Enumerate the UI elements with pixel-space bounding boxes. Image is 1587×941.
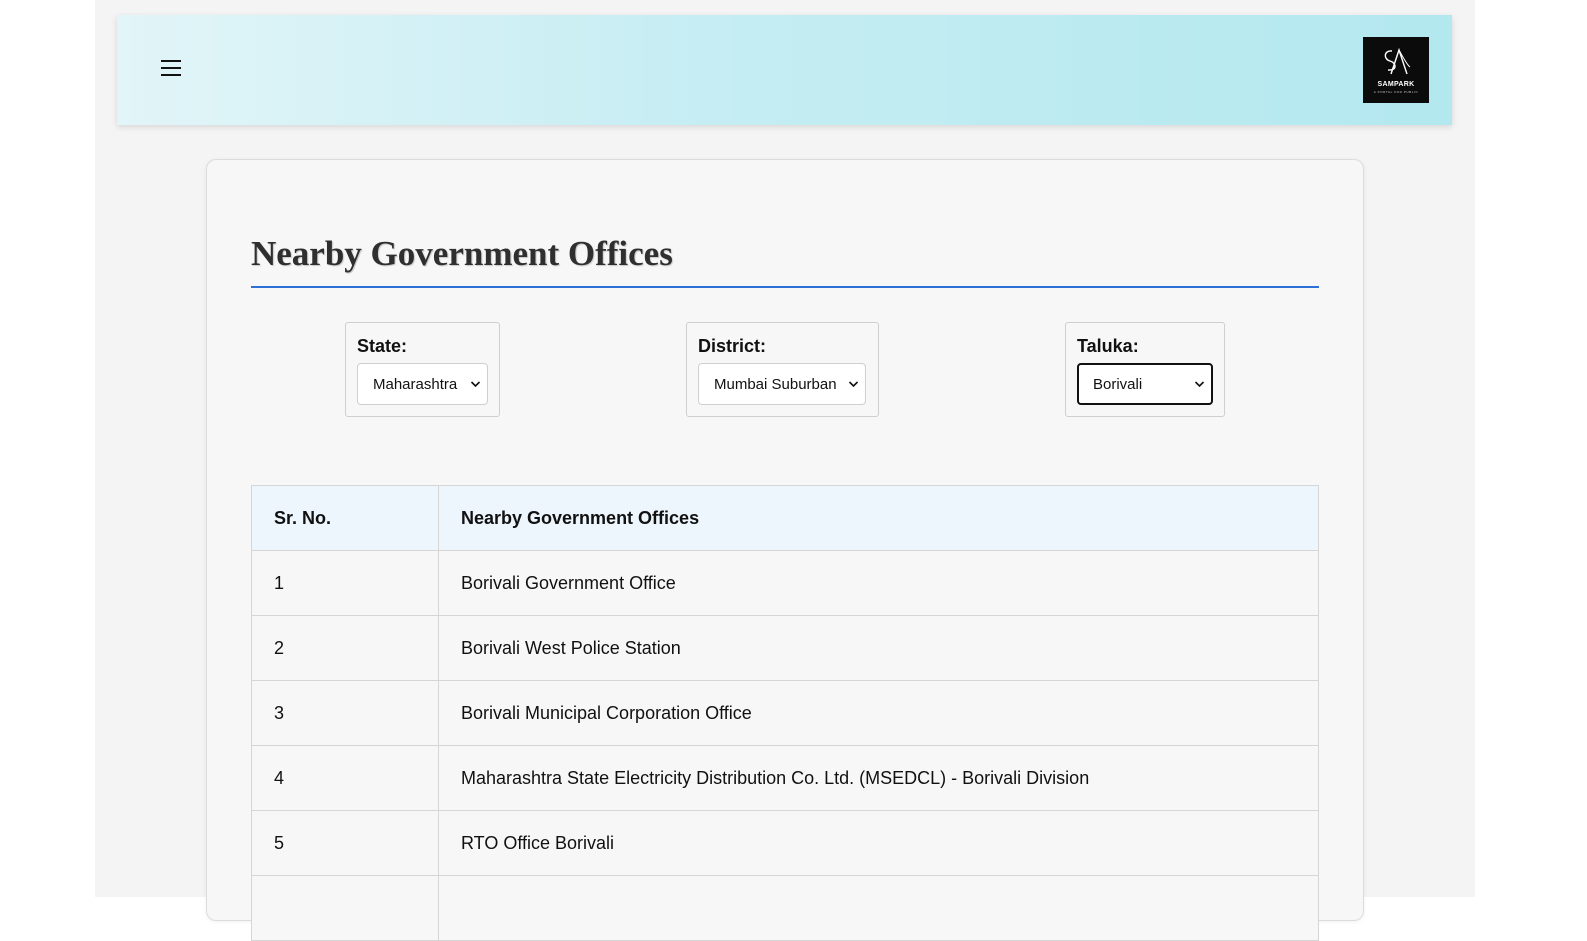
table-row: 1 Borivali Government Office [251, 550, 1319, 616]
sr-no-cell [251, 875, 439, 941]
sr-no-cell: 1 [251, 550, 439, 616]
office-name-cell: RTO Office Borivali [438, 810, 1319, 876]
table-row: 5 RTO Office Borivali [251, 810, 1319, 876]
state-select[interactable]: Maharashtra [357, 363, 488, 405]
district-select[interactable]: Mumbai Suburban [698, 363, 866, 405]
top-header: SAMPARK A PORTAL FOR PUBLIC [117, 15, 1452, 125]
district-select-value: Mumbai Suburban [714, 375, 837, 393]
state-select-value: Maharashtra [373, 375, 458, 393]
office-name-cell: Borivali Government Office [438, 550, 1319, 616]
chevron-down-icon [848, 381, 859, 388]
page-title: Nearby Government Offices [251, 234, 673, 273]
taluka-label: Taluka: [1077, 336, 1139, 356]
sr-no-cell: 3 [251, 680, 439, 746]
state-filter: State: Maharashtra [345, 322, 500, 417]
logo-name: SAMPARK [1377, 81, 1415, 88]
table-row: 4 Maharashtra State Electricity Distribu… [251, 745, 1319, 811]
office-name-cell [438, 875, 1319, 941]
office-name-cell: Borivali West Police Station [438, 615, 1319, 681]
taluka-select[interactable]: Borivali [1077, 363, 1213, 405]
hamburger-menu-icon[interactable] [161, 53, 187, 83]
taluka-filter: Taluka: Borivali [1065, 322, 1225, 417]
district-label: District: [698, 336, 767, 356]
table-row: 3 Borivali Municipal Corporation Office [251, 680, 1319, 746]
table-row: 2 Borivali West Police Station [251, 615, 1319, 681]
office-name-cell: Maharashtra State Electricity Distributi… [438, 745, 1319, 811]
sr-no-cell: 5 [251, 810, 439, 876]
district-filter: District: Mumbai Suburban [686, 322, 879, 417]
sr-no-cell: 4 [251, 745, 439, 811]
chevron-down-icon [1194, 381, 1205, 388]
offices-table: Sr. No. Nearby Government Offices 1 Bori… [251, 485, 1319, 941]
taluka-select-value: Borivali [1093, 375, 1143, 393]
office-name-cell: Borivali Municipal Corporation Office [438, 680, 1319, 746]
sampark-logo[interactable]: SAMPARK A PORTAL FOR PUBLIC [1363, 37, 1429, 103]
table-header-row: Sr. No. Nearby Government Offices [251, 485, 1319, 551]
offices-card: Nearby Government Offices State: Maharas… [206, 159, 1364, 941]
sr-no-cell: 2 [251, 615, 439, 681]
state-label: State: [357, 336, 408, 356]
column-header-sr-no: Sr. No. [251, 485, 439, 551]
title-underline [251, 286, 1319, 288]
chevron-down-icon [470, 381, 481, 388]
logo-tagline: A PORTAL FOR PUBLIC [1373, 90, 1419, 94]
column-header-offices: Nearby Government Offices [438, 485, 1319, 551]
table-row [251, 875, 1319, 941]
